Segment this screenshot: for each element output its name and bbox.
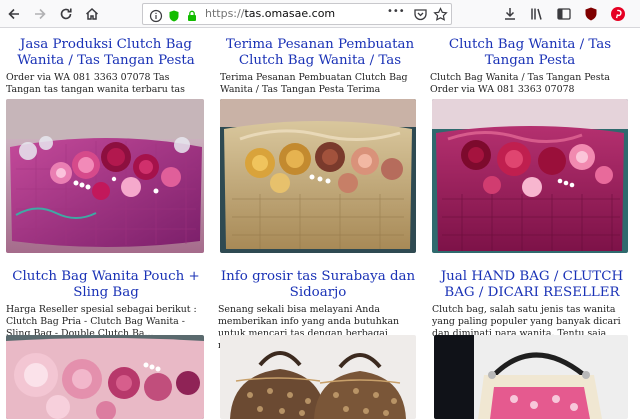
post-title-link[interactable]: Info grosir tas Surabaya dan Sidoarjo (218, 269, 418, 301)
bookmark-star-icon[interactable] (433, 7, 448, 26)
handbag-photo[interactable] (220, 335, 416, 419)
post-card[interactable]: Clutch Bag Wanita / Tas Tangan Pesta Clu… (430, 37, 630, 96)
url-bar[interactable]: https://tas.omasae.com ••• (142, 3, 452, 25)
back-icon[interactable] (4, 4, 24, 24)
post-excerpt: Terima Pesanan Pembuatan Clutch Bag Wani… (220, 72, 408, 95)
post-title-link[interactable]: Clutch Bag Wanita / Tas Tangan Pesta (430, 37, 630, 69)
sidebar-icon[interactable] (554, 4, 574, 24)
lock-icon[interactable] (185, 8, 199, 27)
clutch-bag-photo[interactable] (220, 99, 416, 253)
post-card[interactable]: Terima Pesanan Pembuatan Clutch Bag Wani… (220, 37, 420, 96)
post-excerpt: Order via WA 081 3363 07078 Tas Tangan t… (6, 72, 185, 95)
handbag-photo[interactable] (434, 335, 628, 419)
url-text[interactable]: https://tas.omasae.com (205, 7, 335, 20)
page-actions-button[interactable]: ••• (387, 6, 405, 17)
url-host: tas.omasae.com (244, 7, 336, 20)
library-icon[interactable] (527, 4, 547, 24)
post-grid: Jasa Produksi Clutch Bag Wanita / Tas Ta… (0, 29, 640, 419)
post-title-link[interactable]: Jual HAND BAG / CLUTCH BAG / DICARI RESE… (432, 269, 632, 301)
url-scheme: https:// (205, 7, 245, 20)
forward-icon[interactable] (30, 4, 50, 24)
post-title-link[interactable]: Jasa Produksi Clutch Bag Wanita / Tas Ta… (6, 37, 206, 69)
clutch-bag-photo[interactable] (6, 99, 204, 253)
clutch-bag-photo[interactable] (6, 335, 204, 419)
pinterest-icon[interactable] (608, 4, 628, 24)
download-icon[interactable] (500, 4, 520, 24)
pocket-icon[interactable] (413, 7, 428, 26)
post-card[interactable]: Jasa Produksi Clutch Bag Wanita / Tas Ta… (6, 37, 206, 96)
tracking-shield-icon[interactable] (167, 8, 181, 27)
home-icon[interactable] (82, 4, 102, 24)
reload-icon[interactable] (56, 4, 76, 24)
browser-toolbar: https://tas.omasae.com ••• (0, 0, 640, 28)
clutch-bag-photo[interactable] (432, 99, 628, 253)
post-title-link[interactable]: Clutch Bag Wanita Pouch + Sling Bag (6, 269, 206, 301)
ublock-icon[interactable] (581, 4, 601, 24)
info-icon[interactable] (149, 8, 163, 27)
post-excerpt: Clutch Bag Wanita / Tas Tangan Pesta Ord… (430, 72, 610, 95)
post-title-link[interactable]: Terima Pesanan Pembuatan Clutch Bag Wani… (220, 37, 420, 69)
